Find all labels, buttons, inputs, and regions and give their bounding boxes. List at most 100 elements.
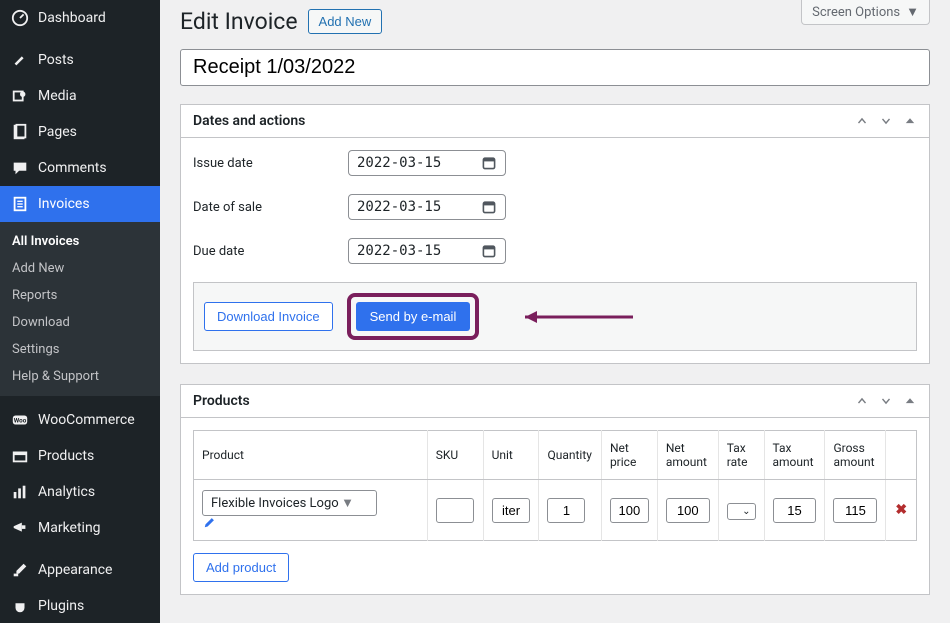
media-icon — [10, 86, 30, 106]
sidebar-label: Plugins — [38, 598, 84, 614]
send-email-button[interactable]: Send by e-mail — [356, 302, 471, 331]
submenu-reports[interactable]: Reports — [0, 282, 160, 309]
remove-row-icon[interactable]: ✖ — [894, 502, 908, 518]
sidebar-item-woocommerce[interactable]: Woo WooCommerce — [0, 402, 160, 438]
sidebar-label: Dashboard — [38, 10, 106, 26]
issue-date-label: Issue date — [193, 156, 348, 171]
sidebar-item-appearance[interactable]: Appearance — [0, 552, 160, 588]
col-sku: SKU — [427, 431, 483, 480]
dates-actions-box: Dates and actions Issue date 2022-03-15 … — [180, 104, 930, 364]
col-tax-amount: Tax amount — [764, 431, 825, 480]
sale-date-input[interactable]: 2022-03-15 — [348, 194, 506, 220]
submenu-add-new[interactable]: Add New — [0, 255, 160, 282]
svg-text:Woo: Woo — [14, 417, 27, 425]
col-net-price: Net price — [601, 431, 657, 480]
page-title: Edit Invoice — [180, 8, 298, 35]
submenu-all-invoices[interactable]: All Invoices — [0, 228, 160, 255]
sale-date-label: Date of sale — [193, 200, 348, 215]
brush-icon — [10, 560, 30, 580]
marketing-icon — [10, 518, 30, 538]
sku-input[interactable] — [436, 498, 474, 523]
unit-input[interactable] — [492, 498, 531, 523]
plugin-icon — [10, 596, 30, 616]
products-box-title: Products — [193, 393, 250, 409]
submenu-settings[interactable]: Settings — [0, 336, 160, 363]
pin-icon — [10, 50, 30, 70]
dashboard-icon — [10, 8, 30, 28]
sidebar-label: Appearance — [38, 562, 112, 578]
dates-box-title: Dates and actions — [193, 113, 305, 129]
products-icon — [10, 446, 30, 466]
sidebar-item-plugins[interactable]: Plugins — [0, 588, 160, 623]
sidebar-label: WooCommerce — [38, 412, 135, 428]
highlight-annotation: Send by e-mail — [347, 293, 480, 340]
sidebar-item-comments[interactable]: Comments — [0, 150, 160, 186]
qty-input[interactable] — [547, 498, 585, 523]
sidebar-item-products[interactable]: Products — [0, 438, 160, 474]
arrow-annotation — [505, 307, 635, 327]
sidebar-item-pages[interactable]: Pages — [0, 114, 160, 150]
due-date-input[interactable]: 2022-03-15 — [348, 238, 506, 264]
col-product: Product — [194, 431, 428, 480]
add-product-button[interactable]: Add product — [193, 553, 289, 582]
issue-date-input[interactable]: 2022-03-15 — [348, 150, 506, 176]
col-gross: Gross amount — [825, 431, 886, 480]
gross-input[interactable] — [833, 498, 877, 523]
due-date-label: Due date — [193, 244, 348, 259]
move-up-icon[interactable] — [855, 394, 869, 408]
sidebar-label: Invoices — [38, 196, 90, 212]
page-icon — [10, 122, 30, 142]
sidebar-item-invoices[interactable]: Invoices — [0, 186, 160, 222]
chevron-down-icon: ⌄ — [742, 506, 750, 517]
col-actions — [886, 431, 917, 480]
screen-options-label: Screen Options — [812, 5, 900, 20]
submenu-download[interactable]: Download — [0, 309, 160, 336]
products-table: Product SKU Unit Quantity Net price Net … — [193, 430, 917, 541]
sidebar-item-media[interactable]: Media — [0, 78, 160, 114]
analytics-icon — [10, 482, 30, 502]
edit-icon[interactable] — [202, 516, 419, 530]
main-content: Screen Options ▼ Edit Invoice Add New Da… — [160, 0, 950, 623]
collapse-icon[interactable] — [903, 114, 917, 128]
sidebar-label: Comments — [38, 160, 107, 176]
chevron-down-icon: ▼ — [906, 4, 919, 20]
invoice-icon — [10, 194, 30, 214]
download-invoice-button[interactable]: Download Invoice — [204, 302, 333, 331]
sidebar-label: Pages — [38, 124, 77, 140]
collapse-icon[interactable] — [903, 394, 917, 408]
add-new-button[interactable]: Add New — [308, 9, 383, 34]
sidebar-item-dashboard[interactable]: Dashboard — [0, 0, 160, 36]
sidebar-item-analytics[interactable]: Analytics — [0, 474, 160, 510]
col-unit: Unit — [483, 431, 539, 480]
sidebar-item-posts[interactable]: Posts — [0, 42, 160, 78]
products-box: Products Product SKU Unit Quantity Net p… — [180, 384, 930, 595]
calendar-icon — [481, 243, 497, 259]
woo-icon: Woo — [10, 410, 30, 430]
tax-amount-input[interactable] — [773, 498, 817, 523]
chevron-down-icon: ▼ — [341, 495, 354, 511]
invoices-submenu: All Invoices Add New Reports Download Se… — [0, 222, 160, 396]
col-qty: Quantity — [539, 431, 601, 480]
screen-options-toggle[interactable]: Screen Options ▼ — [801, 0, 930, 25]
net-price-input[interactable] — [610, 498, 649, 523]
calendar-icon — [481, 199, 497, 215]
net-amount-input[interactable] — [666, 498, 710, 523]
move-down-icon[interactable] — [879, 114, 893, 128]
sidebar-label: Posts — [38, 52, 74, 68]
admin-sidebar: Dashboard Posts Media Pages Comments Inv… — [0, 0, 160, 623]
submenu-help[interactable]: Help & Support — [0, 363, 160, 390]
sidebar-label: Products — [38, 448, 94, 464]
tax-rate-select[interactable]: ⌄ — [727, 503, 756, 520]
product-select[interactable]: Flexible Invoices Logo ▼ — [202, 490, 377, 516]
col-tax-rate: Tax rate — [718, 431, 764, 480]
move-down-icon[interactable] — [879, 394, 893, 408]
table-row: Flexible Invoices Logo ▼ — [194, 480, 917, 541]
sidebar-label: Media — [38, 88, 77, 104]
sidebar-label: Analytics — [38, 484, 95, 500]
invoice-title-input[interactable] — [180, 49, 930, 86]
sidebar-item-marketing[interactable]: Marketing — [0, 510, 160, 546]
move-up-icon[interactable] — [855, 114, 869, 128]
sidebar-label: Marketing — [38, 520, 101, 536]
col-net-amount: Net amount — [657, 431, 718, 480]
comment-icon — [10, 158, 30, 178]
